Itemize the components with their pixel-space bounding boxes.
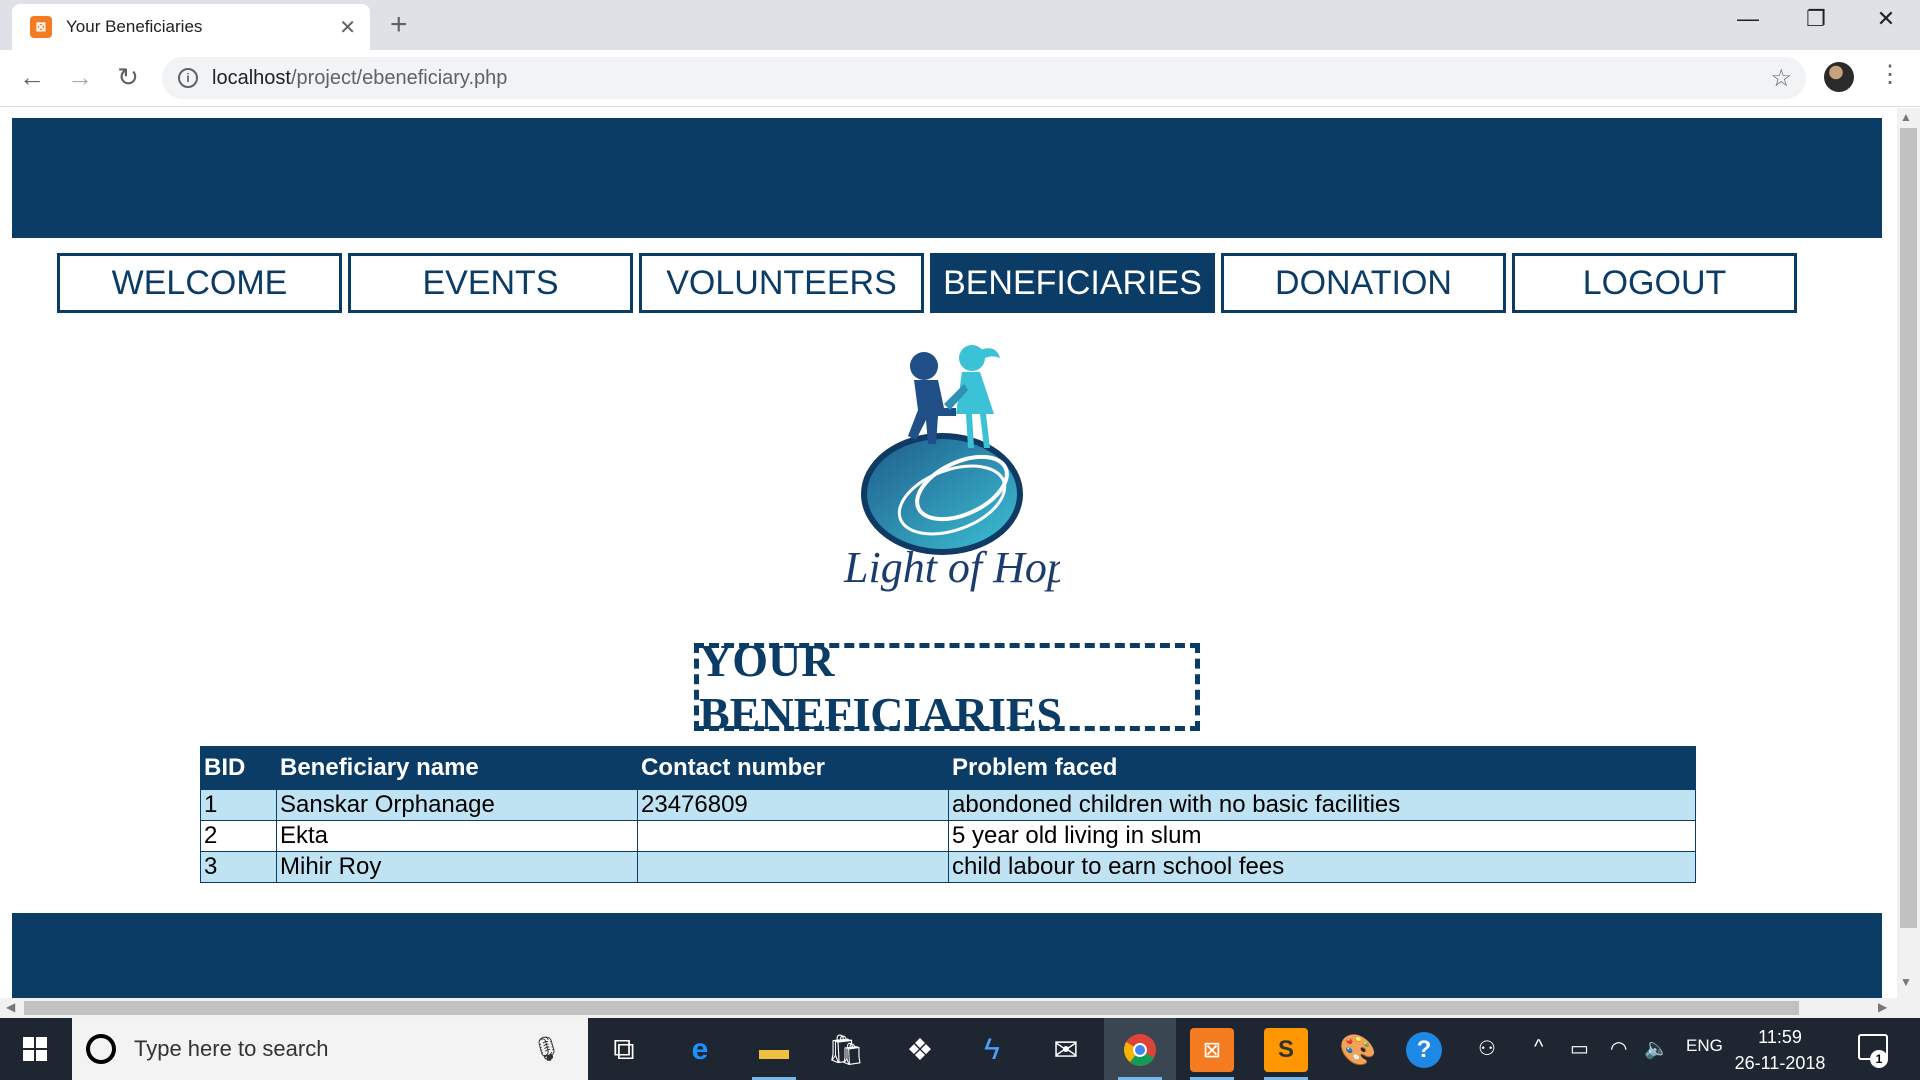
page-viewport: WELCOME EVENTS VOLUNTEERS BENEFICIARIES … (0, 108, 1920, 1018)
system-clock[interactable]: 11:59 26-11-2018 (1730, 1024, 1830, 1076)
clock-time: 11:59 (1758, 1027, 1802, 1047)
cell-contact-number (637, 851, 949, 883)
light-of-hope-logo: Light of Hope (843, 345, 1060, 592)
nav-label: WELCOME (111, 263, 288, 302)
browser-menu-icon[interactable]: ⋮ (1878, 60, 1902, 89)
xampp-icon: ⊠ (30, 16, 52, 38)
taskbar-search-box[interactable]: Type here to search 🎙 (72, 1018, 588, 1080)
nav-welcome[interactable]: WELCOME (57, 253, 342, 313)
chrome-icon[interactable] (1118, 1028, 1162, 1072)
info-icon[interactable]: i (178, 68, 198, 88)
bookmark-star-icon[interactable]: ☆ (1770, 64, 1792, 93)
horizontal-scroll-thumb[interactable] (24, 1001, 1799, 1015)
store-icon[interactable]: 🛍 (824, 1028, 868, 1072)
paint-icon[interactable]: 🎨 (1336, 1028, 1380, 1072)
table-row: 2 Ekta 5 year old living in slum (200, 820, 1696, 852)
cell-contact-number: 23476809 (637, 789, 949, 821)
cell-beneficiary-name: Mihir Roy (276, 851, 638, 883)
cell-contact-number (637, 820, 949, 852)
xampp-taskbar-icon[interactable]: ⊠ (1190, 1028, 1234, 1072)
nav-label: DONATION (1275, 263, 1452, 302)
minimize-button[interactable]: — (1718, 6, 1778, 32)
header-contact-number: Contact number (637, 746, 949, 790)
close-tab-icon[interactable]: ✕ (339, 15, 356, 40)
wifi-icon[interactable]: ◠ (1610, 1036, 1627, 1061)
url-host: localhost (212, 66, 291, 89)
vertical-scroll-thumb[interactable] (1900, 128, 1917, 928)
beneficiaries-table: BID Beneficiary name Contact number Prob… (200, 746, 1696, 883)
nav-label: LOGOUT (1582, 263, 1727, 302)
show-hidden-icons-chevron-icon[interactable]: ^ (1534, 1036, 1543, 1059)
back-button[interactable]: ← (12, 62, 52, 93)
nav-label: VOLUNTEERS (666, 263, 897, 302)
page-title: YOUR BENEFICIARIES (694, 635, 1200, 739)
restore-button[interactable]: ❐ (1786, 6, 1846, 32)
search-placeholder: Type here to search (134, 1036, 329, 1061)
table-header-row: BID Beneficiary name Contact number Prob… (200, 746, 1696, 790)
close-window-button[interactable]: ✕ (1856, 6, 1916, 32)
cell-bid: 3 (200, 851, 277, 883)
table-row: 1 Sanskar Orphanage 23476809 abondoned c… (200, 789, 1696, 821)
nav-donation[interactable]: DONATION (1221, 253, 1506, 313)
header-banner (12, 118, 1882, 238)
people-icon[interactable]: ⚇ (1478, 1036, 1496, 1061)
scroll-up-arrow-icon[interactable]: ▲ (1900, 110, 1912, 124)
nav-label: EVENTS (422, 263, 559, 302)
notification-count-badge: 1 (1870, 1050, 1888, 1068)
address-bar[interactable]: i localhost/project/ebeneficiary.php ☆ (162, 57, 1806, 99)
scroll-left-arrow-icon[interactable]: ◀ (6, 1000, 15, 1014)
cell-bid: 1 (200, 789, 277, 821)
nav-volunteers[interactable]: VOLUNTEERS (639, 253, 924, 313)
start-button[interactable] (0, 1018, 70, 1080)
help-icon[interactable]: ? (1406, 1032, 1442, 1068)
header-problem-faced: Problem faced (948, 746, 1696, 790)
nav-events[interactable]: EVENTS (348, 253, 633, 313)
scroll-right-arrow-icon[interactable]: ▶ (1878, 1000, 1887, 1014)
cortana-icon (86, 1034, 116, 1064)
nav-label: BENEFICIARIES (943, 263, 1202, 302)
sublime-text-icon[interactable]: S (1264, 1028, 1308, 1072)
header-bid: BID (200, 746, 277, 790)
logo-text: Light of Hope (843, 543, 1060, 592)
nav-logout[interactable]: LOGOUT (1512, 253, 1797, 313)
cell-problem-faced: 5 year old living in slum (948, 820, 1696, 852)
microphone-icon[interactable]: 🎙 (532, 1035, 562, 1064)
forward-button[interactable]: → (60, 62, 100, 93)
volume-icon[interactable]: 🔈 (1644, 1036, 1669, 1061)
tab-title: Your Beneficiaries (66, 17, 203, 36)
task-view-icon[interactable]: ⧉ (602, 1028, 646, 1072)
dropbox-icon[interactable]: ❖ (898, 1028, 942, 1072)
language-indicator[interactable]: ENG (1686, 1036, 1723, 1056)
cell-beneficiary-name: Ekta (276, 820, 638, 852)
windows-logo-icon (23, 1037, 47, 1061)
url-path: /project/ebeneficiary.php (290, 66, 508, 89)
profile-avatar[interactable] (1824, 62, 1854, 92)
header-beneficiary-name: Beneficiary name (276, 746, 638, 790)
scroll-down-arrow-icon[interactable]: ▼ (1900, 975, 1912, 989)
clock-date: 26-11-2018 (1734, 1053, 1826, 1073)
mail-icon[interactable]: ✉ (1044, 1028, 1088, 1072)
app-lightning-icon[interactable]: ϟ (970, 1028, 1014, 1072)
url-text[interactable]: localhost/project/ebeneficiary.php (212, 67, 1770, 90)
table-row: 3 Mihir Roy child labour to earn school … (200, 851, 1696, 883)
chrome-logo-icon (1124, 1034, 1156, 1066)
file-explorer-icon[interactable]: ▬ (752, 1028, 796, 1072)
browser-tab[interactable]: ⊠ Your Beneficiaries ✕ (12, 4, 370, 50)
cell-problem-faced: child labour to earn school fees (948, 851, 1696, 883)
cell-beneficiary-name: Sanskar Orphanage (276, 789, 638, 821)
nav-beneficiaries[interactable]: BENEFICIARIES (930, 253, 1215, 313)
edge-browser-icon[interactable]: e (678, 1028, 722, 1072)
cell-bid: 2 (200, 820, 277, 852)
battery-icon[interactable]: ▭ (1570, 1036, 1589, 1061)
reload-button[interactable]: ↻ (108, 62, 148, 93)
new-tab-button[interactable]: + (390, 8, 408, 42)
cell-problem-faced: abondoned children with no basic facilit… (948, 789, 1696, 821)
